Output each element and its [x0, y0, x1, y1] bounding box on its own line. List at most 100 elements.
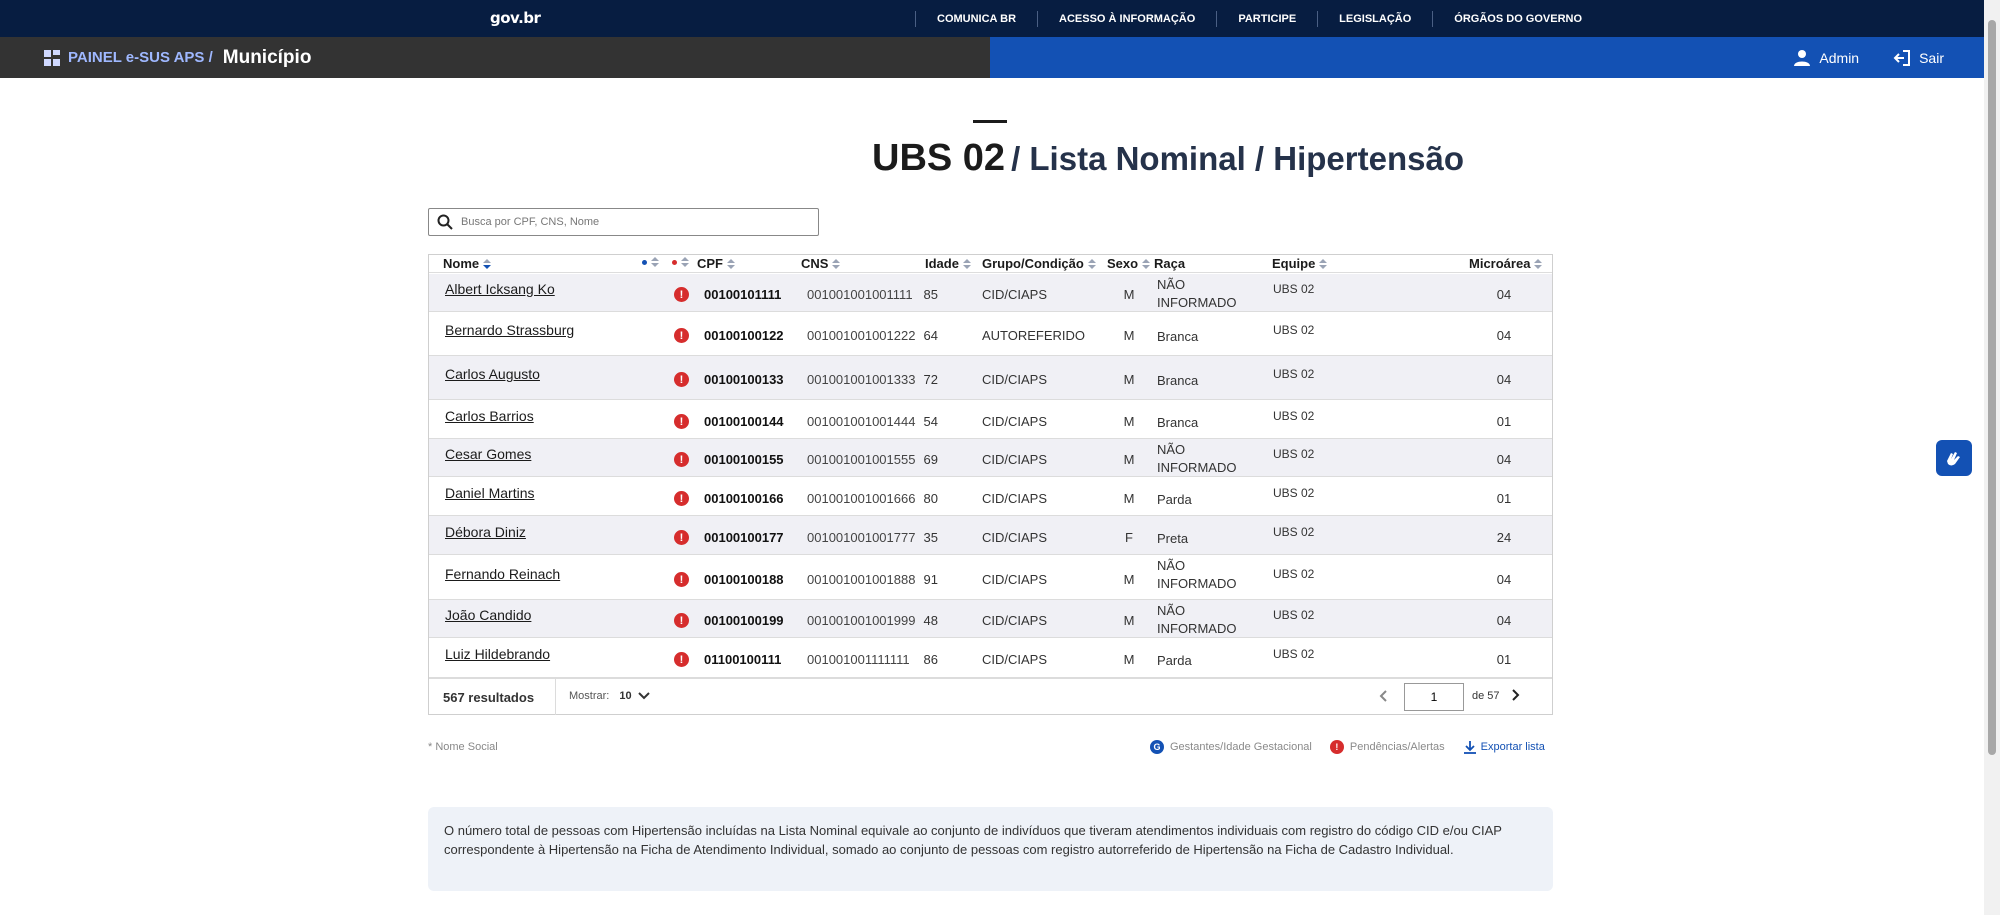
gov-link-comunica[interactable]: COMUNICA BR: [915, 10, 1037, 27]
app-header-right: Admin Sair: [990, 37, 1984, 78]
alert-icon: !: [674, 372, 689, 387]
patient-name-link[interactable]: Daniel Martins: [445, 485, 534, 501]
age-value: 54: [923, 414, 938, 429]
sex-value: M: [1123, 572, 1135, 587]
patient-name-link[interactable]: Fernando Reinach: [445, 566, 560, 582]
table-row[interactable]: João Candido 00100100199 001001001001999 48…: [429, 600, 1552, 638]
alert-icon: !: [674, 287, 689, 302]
legend: G Gestantes/Idade Gestacional ! Pendênci…: [1150, 740, 1545, 754]
info-box: O número total de pessoas com Hipertensã…: [428, 807, 1553, 891]
patient-name-link[interactable]: João Candido: [445, 607, 531, 623]
col-cpf[interactable]: CPF: [697, 256, 735, 271]
table-row[interactable]: Cesar Gomes 00100100155 001001001001555 69 C…: [429, 439, 1552, 477]
patient-name-link[interactable]: Carlos Augusto: [445, 366, 540, 382]
app-header: PAINEL e-SUS APS / Município Admin Sair: [0, 37, 1984, 78]
unit-name: UBS 02: [872, 137, 1006, 179]
col-team[interactable]: Equipe: [1272, 256, 1328, 271]
patient-name-link[interactable]: Bernardo Strassburg: [445, 322, 574, 338]
gov-link-legislacao[interactable]: LEGISLAÇÃO: [1317, 10, 1432, 27]
table-row[interactable]: Bernardo Strassburg 00100100122 0010010010…: [429, 312, 1552, 356]
cpf-value: 00100100177: [704, 530, 784, 545]
page-size-value: 10: [619, 690, 632, 702]
page-size-select[interactable]: Mostrar: 10: [569, 690, 650, 702]
age-value: 48: [923, 613, 938, 628]
page-number-input[interactable]: [1404, 683, 1464, 711]
table-row[interactable]: Luiz Hildebrando 01100100111 0010010011111…: [429, 638, 1552, 678]
table-row[interactable]: Débora Diniz 00100100177 001001001001777 35…: [429, 516, 1552, 555]
alert-icon: !: [674, 491, 689, 506]
page-total: de 57: [1472, 690, 1500, 702]
brand-link[interactable]: PAINEL e-SUS APS /: [68, 49, 213, 66]
logout-icon: [1893, 49, 1911, 66]
patient-name-link[interactable]: Carlos Barrios: [445, 408, 534, 424]
legend-pregnant-label: Gestantes/Idade Gestacional: [1170, 741, 1312, 753]
legend-alert: ! Pendências/Alertas: [1329, 740, 1445, 754]
municipality-title: Município: [222, 46, 312, 68]
cpf-value: 00100100166: [704, 491, 784, 506]
next-page-button[interactable]: [1512, 688, 1520, 704]
group-value: CID/CIAPS: [982, 372, 1048, 387]
table-row[interactable]: Fernando Reinach 00100100188 0010010010018…: [429, 555, 1552, 600]
prev-page-button[interactable]: [1379, 689, 1387, 705]
title-dash: [973, 120, 1007, 123]
results-count: 567 resultados: [443, 690, 535, 705]
team-value: UBS 02: [1273, 282, 1315, 296]
sort-icon: [832, 258, 841, 270]
group-value: CID/CIAPS: [982, 452, 1048, 467]
col-group[interactable]: Grupo/Condição: [982, 256, 1096, 271]
patient-name-link[interactable]: Luiz Hildebrando: [445, 646, 550, 662]
sex-value: M: [1123, 414, 1135, 429]
team-value: UBS 02: [1273, 367, 1315, 381]
col-race[interactable]: Raça: [1154, 256, 1185, 271]
govbr-logo[interactable]: gov.br: [490, 9, 541, 27]
col-alert[interactable]: [672, 256, 689, 268]
patient-name-link[interactable]: Albert Icksang Ko: [445, 281, 555, 297]
table-row[interactable]: Daniel Martins 00100100166 001001001001666…: [429, 477, 1552, 516]
table-row[interactable]: Carlos Augusto 00100100133 001001001001333…: [429, 356, 1552, 400]
page-scrollbar[interactable]: [1984, 0, 2000, 915]
table-header: Nome CPF CNS Idade Grupo/Condição Sexo R…: [429, 255, 1552, 273]
age-value: 72: [923, 372, 938, 387]
table-row[interactable]: Albert Icksang Ko 00100101111 001001001001…: [429, 274, 1552, 312]
sex-value: M: [1123, 328, 1135, 343]
col-micro-label: Microárea: [1469, 256, 1531, 271]
admin-button[interactable]: Admin: [1793, 49, 1859, 67]
col-cns[interactable]: CNS: [801, 256, 841, 271]
export-list-button[interactable]: Exportar lista: [1463, 740, 1545, 754]
table-row[interactable]: Carlos Barrios 00100100144 001001001001444…: [429, 400, 1552, 439]
race-value: Preta: [1157, 531, 1189, 546]
col-age-label: Idade: [925, 256, 959, 271]
age-value: 69: [923, 452, 938, 467]
col-age[interactable]: Idade: [925, 256, 971, 271]
scrollbar-thumb[interactable]: [1988, 20, 1996, 755]
age-value: 35: [923, 530, 938, 545]
table-footer: 567 resultados Mostrar: 10 de 57: [429, 678, 1552, 715]
patient-name-link[interactable]: Débora Diniz: [445, 524, 526, 540]
col-sex[interactable]: Sexo: [1107, 256, 1151, 271]
col-cpf-label: CPF: [697, 256, 723, 271]
race-value: Branca: [1157, 415, 1199, 430]
microarea-value: 04: [1496, 372, 1512, 387]
microarea-value: 01: [1496, 414, 1512, 429]
logout-button[interactable]: Sair: [1893, 49, 1944, 67]
team-value: UBS 02: [1273, 447, 1315, 461]
patient-name-link[interactable]: Cesar Gomes: [445, 446, 531, 462]
col-name[interactable]: Nome: [443, 256, 492, 271]
search-input[interactable]: [461, 216, 801, 228]
microarea-value: 04: [1496, 287, 1512, 302]
gov-link-participe[interactable]: PARTICIPE: [1216, 10, 1317, 27]
microarea-value: 04: [1496, 613, 1512, 628]
col-pregnant[interactable]: [642, 256, 659, 268]
pregnant-icon: G: [1150, 740, 1164, 754]
microarea-value: 24: [1496, 530, 1512, 545]
cns-value: 001001001001222: [807, 328, 916, 343]
sign-language-button[interactable]: [1936, 440, 1972, 476]
logout-label: Sair: [1919, 49, 1944, 66]
search-icon: [437, 214, 453, 230]
group-value: CID/CIAPS: [982, 414, 1048, 429]
gov-link-acesso[interactable]: ACESSO À INFORMAÇÃO: [1037, 10, 1216, 27]
col-micro[interactable]: Microárea: [1469, 256, 1543, 271]
nominal-list-table: Nome CPF CNS Idade Grupo/Condição Sexo R…: [428, 254, 1553, 715]
alert-icon: !: [674, 572, 689, 587]
gov-link-orgaos[interactable]: ÓRGÃOS DO GOVERNO: [1432, 10, 1603, 27]
